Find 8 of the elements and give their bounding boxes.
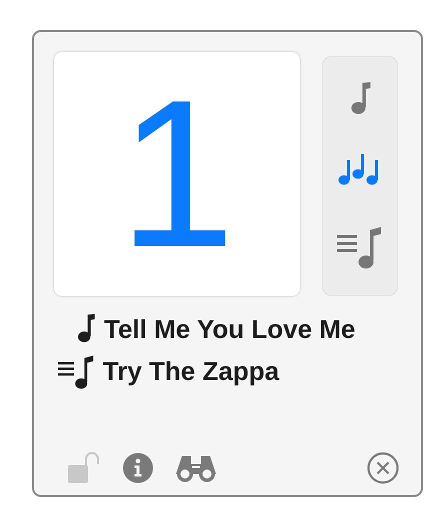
info-icon[interactable] — [122, 452, 154, 484]
playlist-icon — [58, 354, 95, 391]
playlist-icon — [337, 224, 383, 271]
note-icon — [75, 313, 96, 343]
close-icon[interactable] — [367, 452, 399, 484]
track-title: Tell Me You Love Me — [104, 313, 356, 346]
counter-number: 1 — [118, 69, 236, 279]
playlist-name: Try The Zappa — [102, 355, 280, 388]
